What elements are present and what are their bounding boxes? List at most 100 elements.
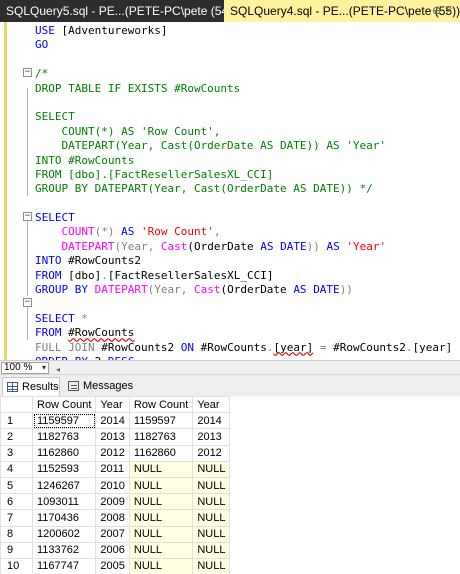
grid-cell[interactable]: NULL	[128, 541, 194, 559]
column-header[interactable]: Row Count	[128, 395, 194, 414]
code-line[interactable]: DATEPART(Year, Cast(OrderDate AS DATE)) …	[35, 139, 452, 153]
grid-cell[interactable]: 1246267	[31, 476, 97, 495]
results-grid[interactable]: Row Count Year Row Count Year 1 1159597 2014 1…	[0, 395, 460, 574]
code-line[interactable]: SELECT *	[35, 312, 452, 326]
grid-cell[interactable]: 1162860	[128, 444, 194, 462]
row-number[interactable]: 5	[0, 476, 33, 495]
grid-cell[interactable]: NULL	[128, 460, 194, 478]
table-row[interactable]: 1 1159597 2014 1159597 2014	[0, 412, 231, 430]
code-line[interactable]: DATEPART(Year, Cast(OrderDate AS DATE)) …	[35, 240, 452, 254]
row-number[interactable]: 1	[0, 412, 33, 430]
row-number[interactable]: 4	[0, 460, 33, 478]
grid-cell[interactable]: 2008	[95, 509, 130, 527]
code-line[interactable]: SELECT	[35, 110, 452, 124]
code-line[interactable]: COUNT(*) AS 'Row Count',	[35, 225, 452, 239]
grid-cell[interactable]: 1159597	[31, 412, 97, 430]
code-line[interactable]: FULL JOIN #RowCounts2 ON #RowCounts.[yea…	[35, 341, 452, 355]
code-line[interactable]: GROUP BY DATEPART(Year, Cast(OrderDate A…	[35, 182, 452, 196]
grid-cell[interactable]: 2006	[95, 541, 130, 559]
zoom-dropdown[interactable]: 100 % ▾	[1, 362, 49, 374]
grid-cell[interactable]: NULL	[192, 541, 231, 559]
tab-results[interactable]: Results	[2, 377, 60, 397]
row-number[interactable]: 9	[0, 541, 33, 559]
results-table[interactable]: Row Count Year Row Count Year 1 1159597 2014 1…	[0, 395, 231, 574]
grid-cell[interactable]: 1159597	[128, 412, 194, 430]
tab-messages[interactable]: Messages	[64, 377, 134, 397]
grid-cell[interactable]: NULL	[192, 493, 231, 511]
collapse-icon[interactable]: −	[23, 212, 32, 221]
column-header[interactable]: Year	[192, 395, 231, 414]
grid-cell[interactable]: 2014	[192, 412, 231, 430]
table-row[interactable]: 4 1152593 2011 NULL NULL	[0, 460, 231, 478]
grid-cell[interactable]: 2009	[95, 493, 130, 511]
code-line[interactable]: GO	[35, 38, 452, 52]
close-icon[interactable]: ×	[446, 0, 452, 22]
code-line[interactable]	[35, 197, 452, 211]
row-number[interactable]: 8	[0, 525, 33, 543]
grid-cell[interactable]: 2012	[192, 444, 231, 462]
grid-cell[interactable]: 2013	[192, 428, 231, 446]
grid-cell[interactable]: NULL	[192, 509, 231, 527]
grid-cell[interactable]: 2011	[95, 460, 130, 478]
code-line[interactable]: FROM [dbo].[FactResellerSalesXL_CCI]	[35, 269, 452, 283]
grid-cell[interactable]: 2012	[95, 444, 130, 462]
code-line[interactable]: FROM [dbo].[FactResellerSalesXL_CCI]	[35, 168, 452, 182]
row-number[interactable]: 2	[0, 428, 33, 446]
row-number-header[interactable]	[0, 395, 33, 414]
code-line[interactable]: INTO #RowCounts	[35, 154, 452, 168]
tab-sqlquery4[interactable]: SQLQuery4.sql - PE...(PETE-PC\pete (55))…	[224, 0, 460, 22]
code-line[interactable]: COUNT(*) AS 'Row Count',	[35, 125, 452, 139]
grid-cell[interactable]: NULL	[192, 525, 231, 543]
grid-cell[interactable]: 1170436	[31, 509, 97, 527]
grid-cell[interactable]: NULL	[128, 557, 194, 574]
code-line[interactable]: GROUP BY DATEPART(Year, Cast(OrderDate A…	[35, 283, 452, 297]
table-row[interactable]: 8 1200602 2007 NULL NULL	[0, 525, 231, 543]
table-row[interactable]: 6 1093011 2009 NULL NULL	[0, 493, 231, 511]
collapse-icon[interactable]: −	[23, 298, 32, 307]
collapse-icon[interactable]: −	[23, 68, 32, 77]
code-line[interactable]: DROP TABLE IF EXISTS #RowCounts	[35, 82, 452, 96]
grid-cell[interactable]: 2007	[95, 525, 130, 543]
table-row[interactable]: 5 1246267 2010 NULL NULL	[0, 476, 231, 495]
code-line[interactable]: INTO #RowCounts2	[35, 254, 452, 268]
grid-cell[interactable]: 2010	[95, 476, 130, 495]
grid-cell[interactable]: 1167747	[31, 557, 97, 574]
pin-icon[interactable]: ⊕	[432, 0, 441, 22]
grid-cell[interactable]: 2005	[95, 557, 130, 574]
row-number[interactable]: 3	[0, 444, 33, 462]
code-line[interactable]: FROM #RowCounts	[35, 326, 452, 340]
code-line[interactable]: SELECT	[35, 211, 452, 225]
grid-cell[interactable]: 1093011	[31, 493, 97, 511]
table-row[interactable]: 10 1167747 2005 NULL NULL	[0, 557, 231, 574]
column-header[interactable]: Row Count	[31, 395, 97, 414]
code-line[interactable]: /*	[35, 67, 452, 81]
grid-cell[interactable]: 1200602	[31, 525, 97, 543]
code-line[interactable]	[35, 297, 452, 311]
grid-cell[interactable]: 2013	[95, 428, 130, 446]
table-row[interactable]: 2 1182763 2013 1182763 2013	[0, 428, 231, 446]
code-line[interactable]	[35, 53, 452, 67]
grid-cell[interactable]: NULL	[128, 509, 194, 527]
grid-cell[interactable]: 1162860	[31, 444, 97, 462]
grid-cell[interactable]: NULL	[192, 460, 231, 478]
grid-cell[interactable]: 1152593	[31, 460, 97, 478]
code-line[interactable]	[35, 96, 452, 110]
sql-code[interactable]: USE [Adventureworks] GO /* DROP TABLE IF E…	[35, 24, 452, 369]
grid-cell[interactable]: NULL	[192, 476, 231, 495]
grid-cell[interactable]: 1182763	[128, 428, 194, 446]
row-number[interactable]: 7	[0, 509, 33, 527]
tab-sqlquery5[interactable]: SQLQuery5.sql - PE...(PETE-PC\pete (54))…	[0, 0, 224, 22]
table-row[interactable]: 3 1162860 2012 1162860 2012	[0, 444, 231, 462]
grid-cell[interactable]: NULL	[128, 525, 194, 543]
grid-cell[interactable]: 1182763	[31, 428, 97, 446]
query-editor[interactable]: − − − USE [Adventureworks] GO /* DROP TABL…	[0, 22, 460, 368]
scroll-left-icon[interactable]: ◂	[56, 365, 60, 374]
code-line[interactable]: USE [Adventureworks]	[35, 24, 452, 38]
row-number[interactable]: 10	[0, 557, 33, 574]
grid-cell[interactable]: NULL	[128, 493, 194, 511]
grid-cell[interactable]: NULL	[128, 476, 194, 495]
grid-cell[interactable]: 2014	[95, 412, 130, 430]
column-header[interactable]: Year	[95, 395, 130, 414]
table-row[interactable]: 9 1133762 2006 NULL NULL	[0, 541, 231, 559]
table-row[interactable]: 7 1170436 2008 NULL NULL	[0, 509, 231, 527]
